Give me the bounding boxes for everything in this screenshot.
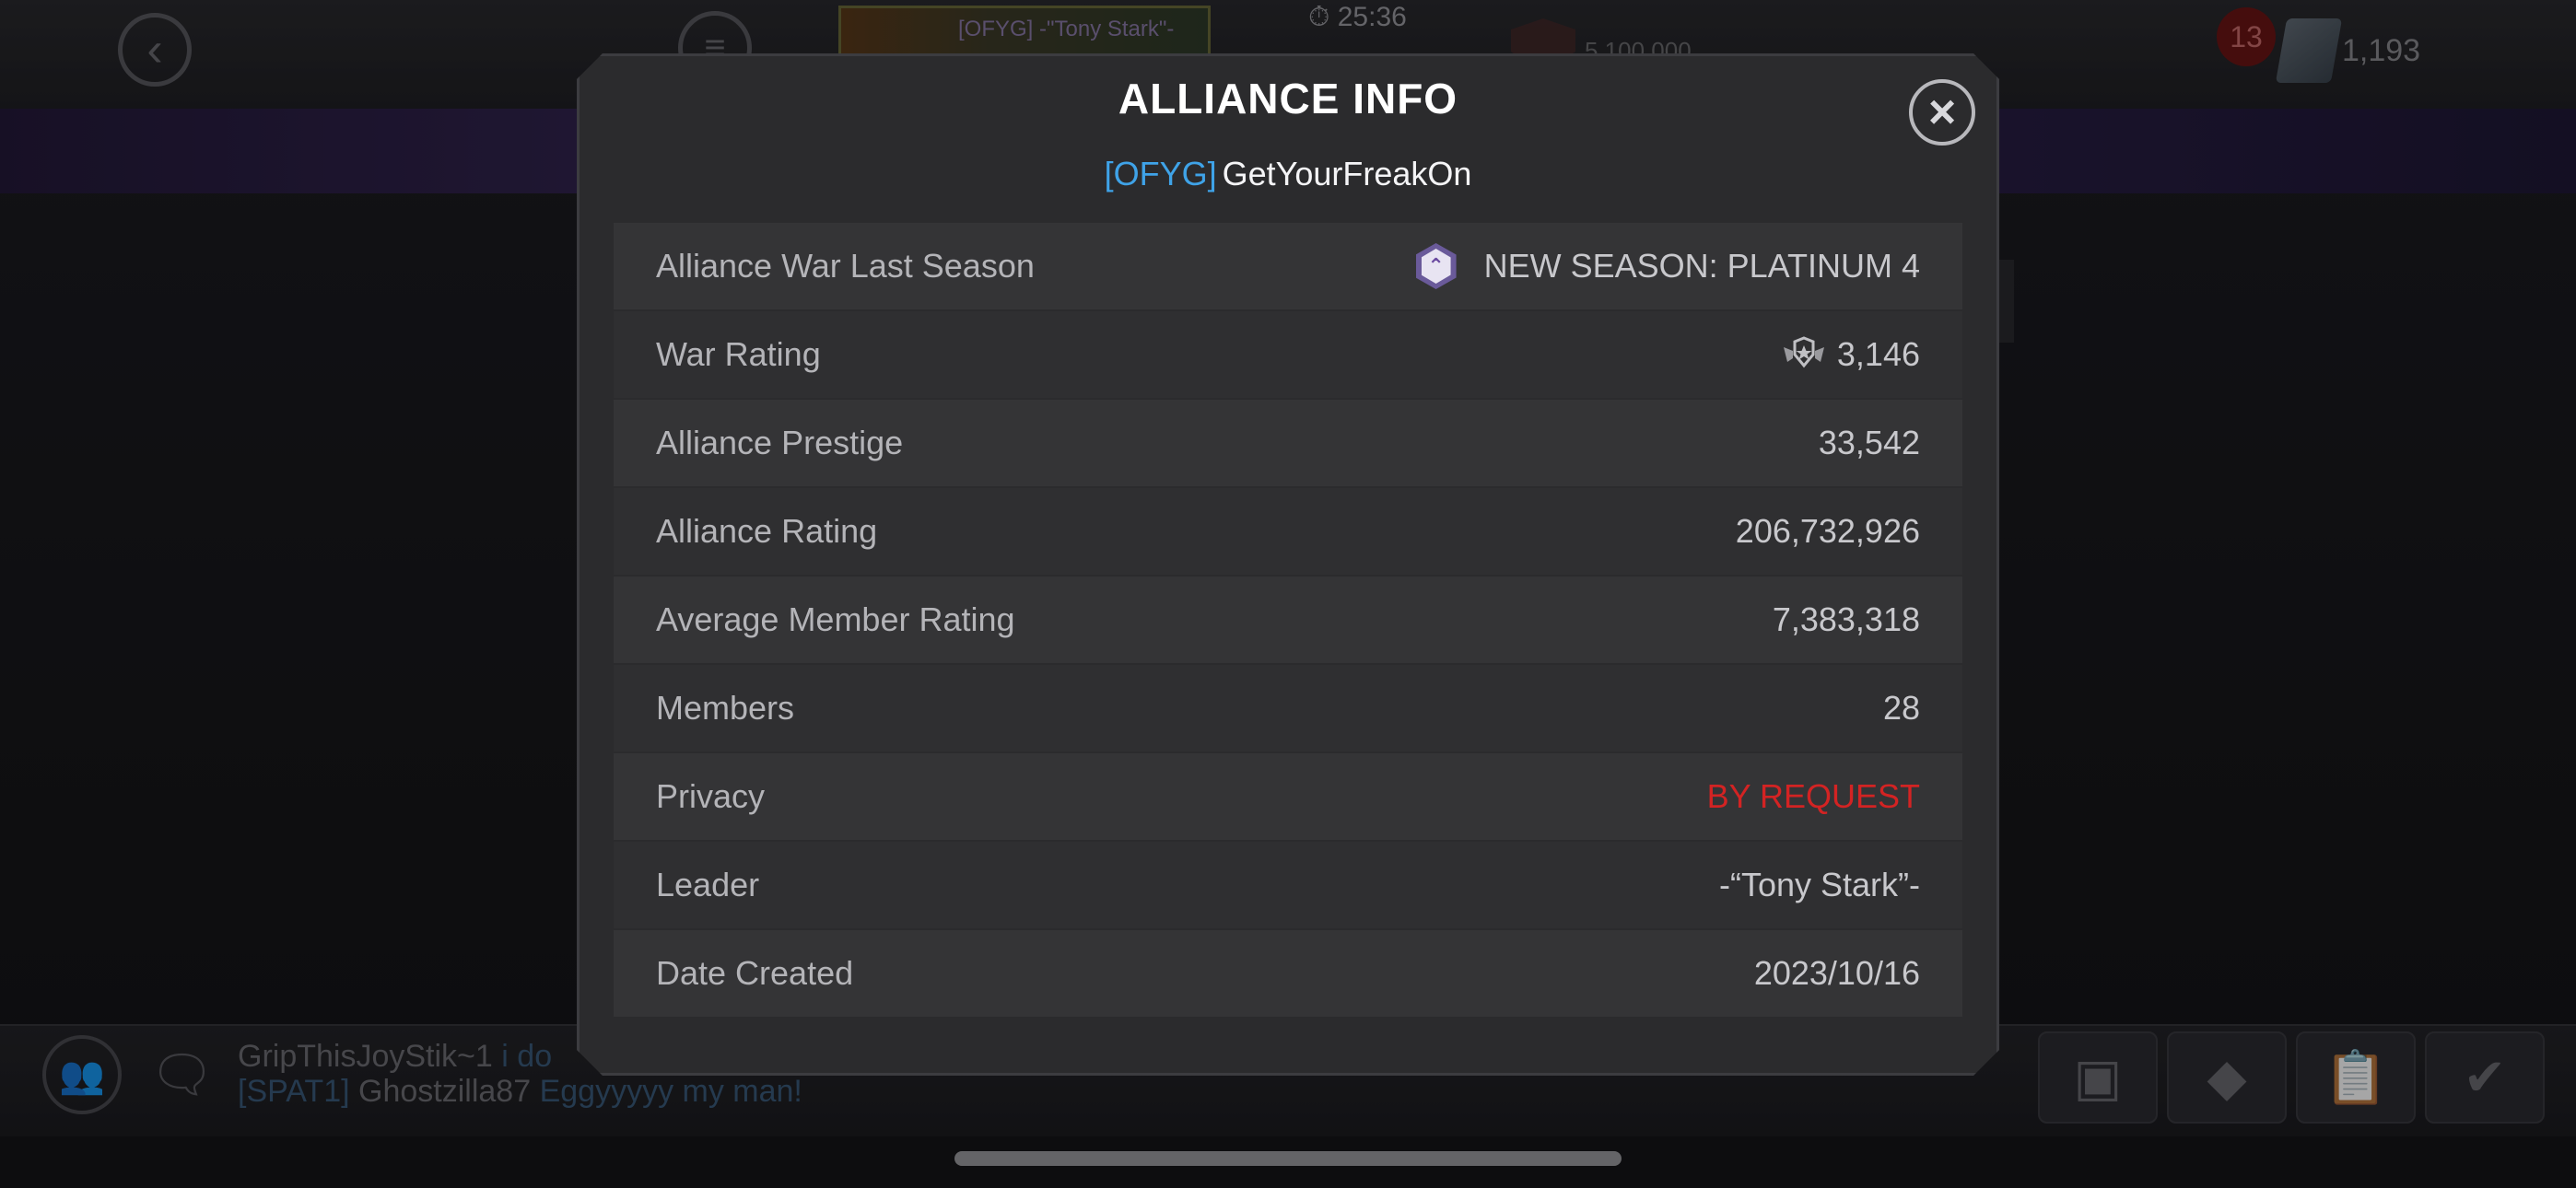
row-value: 28 — [1882, 689, 1920, 727]
row-label: Alliance Prestige — [656, 424, 904, 461]
modal-title: ALLIANCE INFO — [1118, 75, 1458, 122]
info-row-leader: Leader -“Tony Stark”- — [614, 842, 1962, 928]
row-value: 3,146 — [1780, 334, 1920, 375]
privacy-value: BY REQUEST — [1706, 777, 1920, 815]
info-row-war-rating: War Rating 3,146 — [614, 311, 1962, 398]
game-screen: ‹ ≡ [OFYG] -"Tony Stark"- ⏱ 25:36 5,100,… — [0, 0, 2576, 1188]
row-label: War Rating — [656, 335, 821, 373]
info-row-members: Members 28 — [614, 665, 1962, 751]
alliance-name: [OFYG] GetYourFreakOn — [0, 155, 2576, 193]
alliance-tag: [OFYG] — [1104, 155, 1217, 192]
row-label: Members — [656, 689, 795, 727]
info-row-alliance-rating: Alliance Rating 206,732,926 — [614, 488, 1962, 575]
close-icon: × — [1927, 86, 1957, 139]
row-label: Alliance Rating — [656, 512, 878, 550]
war-season-value: NEW SEASON: PLATINUM 4 — [1483, 247, 1920, 285]
row-value: 206,732,926 — [1735, 512, 1920, 550]
row-label: Date Created — [656, 954, 854, 992]
row-value: 7,383,318 — [1772, 600, 1920, 638]
row-value: 33,542 — [1818, 424, 1920, 461]
row-label: Alliance War Last Season — [656, 247, 1035, 285]
row-value: 2023/10/16 — [1753, 954, 1920, 992]
platinum-tier-icon: ⌃ — [1415, 243, 1457, 289]
info-row-average-member-rating: Average Member Rating 7,383,318 — [614, 577, 1962, 663]
war-rating-icon — [1783, 336, 1824, 368]
leader-value[interactable]: -“Tony Stark”- — [1719, 866, 1920, 904]
row-label: Leader — [656, 866, 760, 903]
info-row-date-created: Date Created 2023/10/16 — [614, 930, 1962, 1017]
row-label: Privacy — [656, 777, 766, 815]
row-label: Average Member Rating — [656, 600, 1015, 638]
info-row-privacy: Privacy BY REQUEST — [614, 753, 1962, 840]
close-button[interactable]: × — [1909, 79, 1975, 146]
war-rating-value: 3,146 — [1836, 335, 1920, 373]
info-row-war-last-season: Alliance War Last Season ⌃ NEW SEASON: P… — [614, 223, 1962, 309]
info-row-prestige: Alliance Prestige 33,542 — [614, 400, 1962, 486]
alliance-title: GetYourFreakOn — [1222, 155, 1472, 192]
row-value: ⌃ NEW SEASON: PLATINUM 4 — [1415, 243, 1920, 289]
alliance-info-table: Alliance War Last Season ⌃ NEW SEASON: P… — [614, 223, 1962, 1019]
